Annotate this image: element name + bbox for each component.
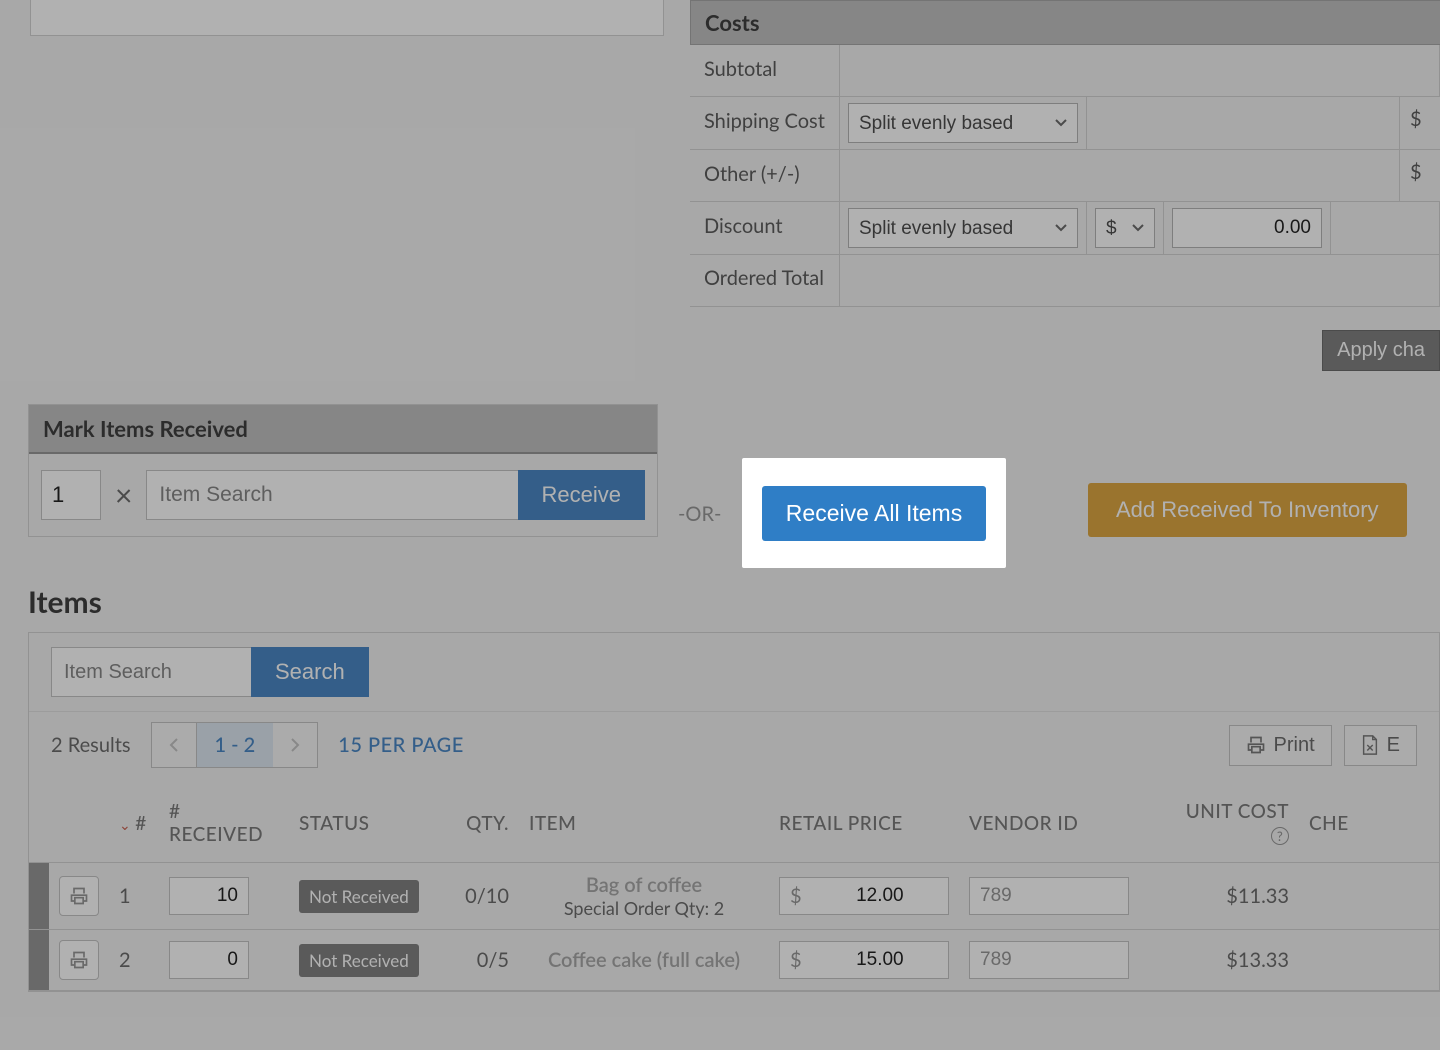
col-retail[interactable]: RETAIL PRICE xyxy=(769,784,959,863)
items-title: Items xyxy=(28,584,102,620)
col-che[interactable]: CHE xyxy=(1299,784,1439,863)
discount-split-select[interactable]: Split evenly based xyxy=(848,208,1078,248)
col-vendor[interactable]: VENDOR ID xyxy=(959,784,1159,863)
vendor-id-input[interactable] xyxy=(969,877,1129,915)
pager: 1 - 2 xyxy=(151,722,319,768)
mark-items-header: Mark Items Received xyxy=(29,405,657,454)
costs-header: Costs xyxy=(690,0,1440,45)
pager-range: 1 - 2 xyxy=(196,723,274,767)
qty-cell: 0/5 xyxy=(439,930,519,991)
status-badge: Not Received xyxy=(299,944,419,977)
shipping-dollar: $ xyxy=(1400,97,1440,149)
col-unit-cost[interactable]: UNIT COST? xyxy=(1159,784,1299,863)
other-label: Other (+/-) xyxy=(690,150,840,201)
other-dollar: $ xyxy=(1400,150,1440,201)
received-input[interactable] xyxy=(169,941,249,979)
col-received[interactable]: # RECEIVED xyxy=(159,784,289,863)
export-icon xyxy=(1361,735,1379,755)
items-table: ⌄# # RECEIVED STATUS QTY. ITEM RETAIL PR… xyxy=(29,784,1439,991)
row-num: 1 xyxy=(109,863,159,930)
shipping-split-select[interactable]: Split evenly based xyxy=(848,103,1078,143)
mark-item-search-input[interactable] xyxy=(146,470,517,520)
discount-label: Discount xyxy=(690,202,840,254)
row-num: 2 xyxy=(109,930,159,991)
table-row: 1 Not Received 0/10 Bag of coffeeSpecial Or… xyxy=(29,863,1439,930)
vendor-id-input[interactable] xyxy=(969,941,1129,979)
chevron-left-icon xyxy=(168,737,180,753)
or-label: -OR- xyxy=(678,502,721,526)
pager-prev-button[interactable] xyxy=(152,723,196,767)
costs-panel: Costs Subtotal Shipping Cost Split evenl… xyxy=(690,0,1440,307)
print-icon xyxy=(1246,735,1266,755)
item-name[interactable]: Bag of coffee xyxy=(529,873,759,897)
retail-price-input[interactable]: $ xyxy=(779,941,949,979)
per-page-link[interactable]: 15 PER PAGE xyxy=(338,733,464,757)
mark-qty-input[interactable] xyxy=(41,470,101,520)
row-print-button[interactable] xyxy=(59,876,99,916)
row-handle[interactable] xyxy=(29,863,49,930)
discount-value-input[interactable] xyxy=(1172,208,1322,248)
items-search-input[interactable] xyxy=(51,647,251,697)
receive-button[interactable]: Receive xyxy=(518,470,645,520)
status-badge: Not Received xyxy=(299,880,419,913)
row-handle[interactable] xyxy=(29,930,49,991)
col-item[interactable]: ITEM xyxy=(519,784,769,863)
sort-desc-icon[interactable]: ⌄ xyxy=(119,816,131,833)
received-input[interactable] xyxy=(169,877,249,915)
shipping-label: Shipping Cost xyxy=(690,97,840,149)
row-print-button[interactable] xyxy=(59,940,99,980)
results-count: 2 Results xyxy=(51,733,131,757)
export-button[interactable]: E xyxy=(1344,725,1417,766)
retail-price-input[interactable]: $ xyxy=(779,877,949,915)
unit-cost-cell: $13.33 xyxy=(1159,930,1299,991)
items-search-button[interactable]: Search xyxy=(251,647,369,697)
item-name[interactable]: Coffee cake (full cake) xyxy=(529,948,759,972)
table-row: 2 Not Received 0/5 Coffee cake (full cake) $… xyxy=(29,930,1439,991)
discount-unit-select[interactable]: $ xyxy=(1095,208,1155,248)
notes-textarea[interactable] xyxy=(30,0,664,36)
subtotal-label: Subtotal xyxy=(690,45,840,96)
highlight-box: Receive All Items xyxy=(742,458,1006,568)
ordered-total-label: Ordered Total xyxy=(690,255,840,306)
receive-all-button[interactable]: Receive All Items xyxy=(762,486,986,541)
add-to-inventory-button[interactable]: Add Received To Inventory xyxy=(1088,483,1407,537)
mark-items-panel: Mark Items Received × Receive xyxy=(28,404,658,537)
times-icon: × xyxy=(115,477,132,513)
print-button[interactable]: Print xyxy=(1229,725,1332,766)
pager-next-button[interactable] xyxy=(273,723,317,767)
chevron-right-icon xyxy=(289,737,301,753)
col-qty[interactable]: QTY. xyxy=(439,784,519,863)
unit-cost-cell: $11.33 xyxy=(1159,863,1299,930)
col-status[interactable]: STATUS xyxy=(289,784,439,863)
apply-changes-button[interactable]: Apply cha xyxy=(1322,330,1440,371)
help-icon[interactable]: ? xyxy=(1271,827,1289,845)
qty-cell: 0/10 xyxy=(439,863,519,930)
item-sub: Special Order Qty: 2 xyxy=(529,897,759,919)
items-panel: Search 2 Results 1 - 2 15 PER PAGE Print… xyxy=(28,632,1440,992)
